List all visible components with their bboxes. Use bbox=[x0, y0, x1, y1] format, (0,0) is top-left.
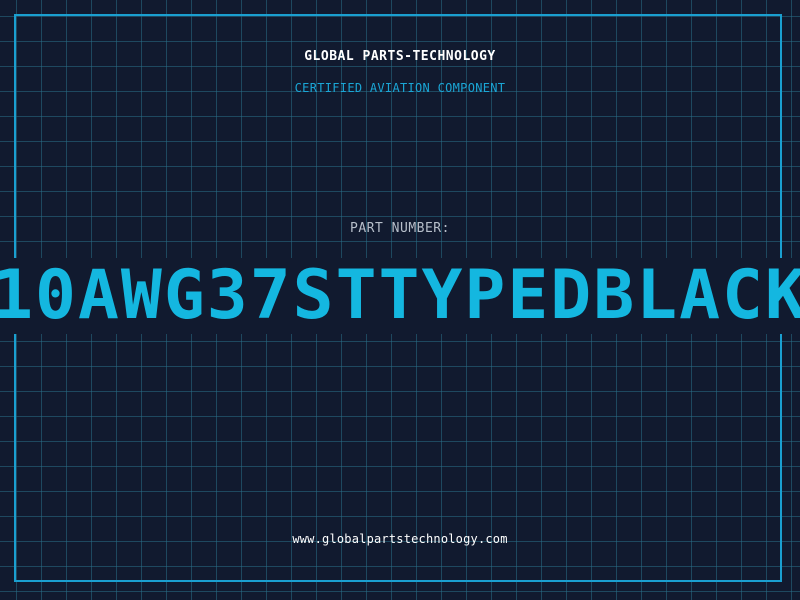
footer-url: www.globalpartstechnology.com bbox=[292, 532, 508, 546]
part-number-band: 10AWG37STTYPEDBLACK bbox=[0, 258, 800, 334]
part-number-value: 10AWG37STTYPEDBLACK bbox=[0, 258, 800, 334]
brand-subtitle: CERTIFIED AVIATION COMPONENT bbox=[294, 81, 506, 95]
brand-title: GLOBAL PARTS-TECHNOLOGY bbox=[304, 49, 496, 64]
part-number-label: PART NUMBER: bbox=[350, 221, 450, 236]
